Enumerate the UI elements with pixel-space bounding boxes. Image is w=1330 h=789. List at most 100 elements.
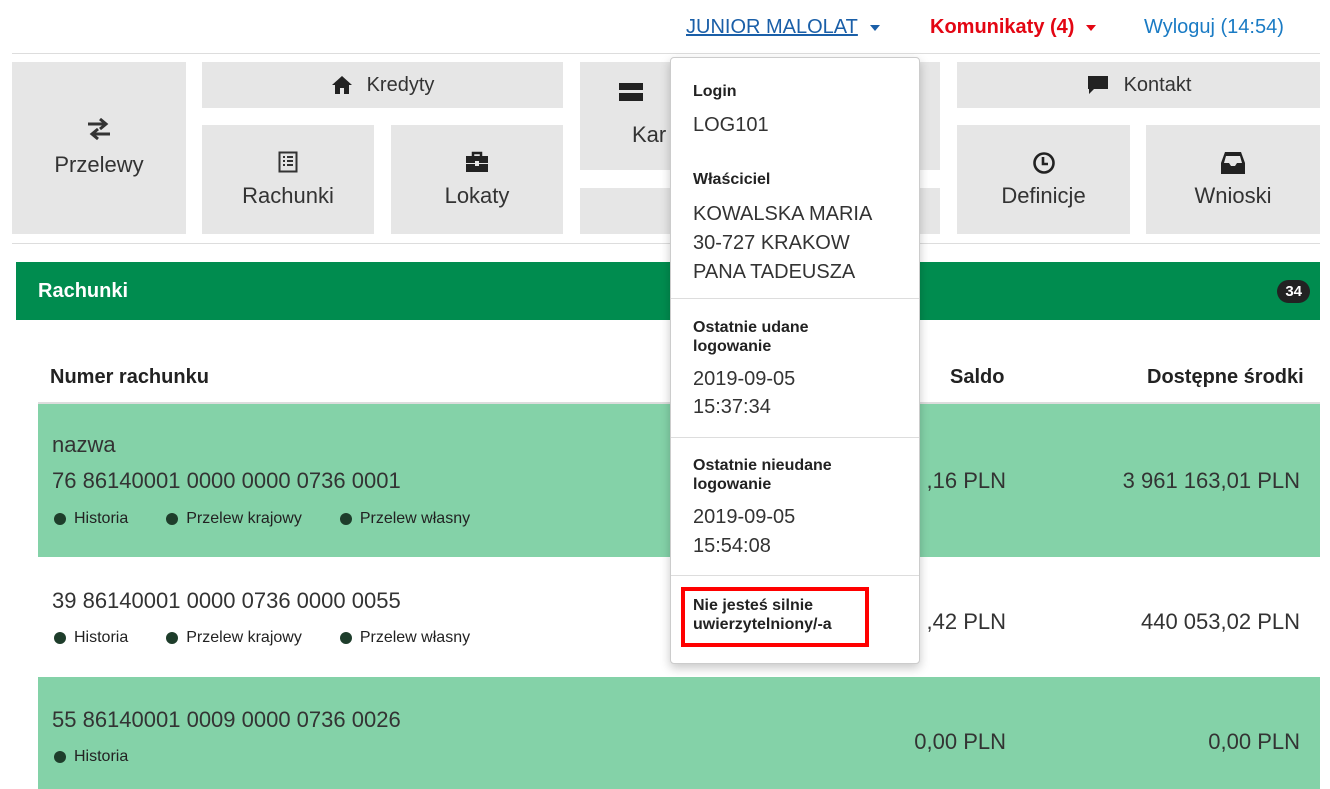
messages-menu-toggle[interactable]: Komunikaty (4) <box>930 16 1097 39</box>
last-failed-label: Ostatnie nieudane <box>693 457 832 474</box>
bullet-icon <box>54 513 66 525</box>
strong-auth-text: Nie jesteś silnie uwierzytelniony/-a <box>693 596 832 634</box>
tile-kredyty[interactable]: Kredyty <box>202 62 563 108</box>
history-link[interactable]: Historia <box>54 748 128 766</box>
tile-hidden[interactable] <box>580 188 670 234</box>
owner-address-1: 30-727 KRAKOW <box>693 232 850 254</box>
link-label[interactable]: Historia <box>74 629 128 647</box>
column-header-balance[interactable]: Saldo <box>950 366 1004 389</box>
bullet-icon <box>339 632 352 644</box>
messages-label[interactable]: Komunikaty (4) <box>930 16 1074 39</box>
link-label[interactable]: Przelew krajowy <box>186 510 302 528</box>
user-name[interactable]: JUNIOR MALOLAT <box>686 16 858 39</box>
login-value: LOG101 <box>693 114 769 136</box>
domestic-transfer-link[interactable]: Przelew krajowy <box>166 629 302 647</box>
link-label[interactable]: Historia <box>74 748 128 766</box>
clock-icon <box>1032 151 1055 174</box>
link-label[interactable]: Przelew własny <box>360 629 470 647</box>
last-success-label: Ostatnie udane <box>693 319 809 336</box>
bullet-icon <box>166 513 179 525</box>
balance-value: ,16 PLN <box>926 468 1007 493</box>
history-link[interactable]: Historia <box>54 510 128 528</box>
account-actions: Historia Przelew krajowy Przelew własny <box>54 629 508 647</box>
last-failed-time: 15:54:08 <box>693 535 771 557</box>
owner-name: KOWALSKA MARIA <box>693 203 873 225</box>
link-label[interactable]: Przelew własny <box>360 510 470 528</box>
accounts-panel-header: Rachunki 34 <box>16 262 1320 320</box>
home-icon <box>331 76 352 94</box>
balance-value: 0,00 PLN <box>914 729 1006 754</box>
dropdown-divider <box>671 575 919 576</box>
tile-label: Przelewy <box>54 152 144 177</box>
last-success-time: 15:37:34 <box>693 396 771 418</box>
owner-address-2: PANA TADEUSZA <box>693 261 856 283</box>
top-bar: JUNIOR MALOLAT Komunikaty (4) Wyloguj (1… <box>0 0 1330 52</box>
account-number[interactable]: 55 86140001 0009 0000 0736 0026 <box>52 707 401 733</box>
balance-value: ,42 PLN <box>926 609 1007 634</box>
tile-kontakt[interactable]: Kontakt <box>957 62 1320 108</box>
chevron-down-icon <box>869 24 880 31</box>
logout-label[interactable]: Wyloguj (14:54) <box>1144 16 1284 39</box>
available-value: 440 053,02 PLN <box>1140 609 1300 634</box>
tile-rachunki[interactable]: Rachunki <box>202 125 374 234</box>
logout-link[interactable]: Wyloguj (14:54) <box>1144 16 1284 39</box>
user-dropdown: Login LOG101 Właściciel KOWALSKA MARIA 3… <box>670 57 920 664</box>
account-actions: Historia <box>54 748 166 766</box>
bullet-icon <box>339 513 352 525</box>
owner-label: Właściciel <box>693 171 771 188</box>
account-name: nazwa <box>52 432 116 457</box>
tile-label: Wnioski <box>1194 182 1272 208</box>
bullet-icon <box>166 632 179 644</box>
panel-title: Rachunki <box>38 280 129 302</box>
history-link[interactable]: Historia <box>54 629 128 647</box>
user-menu-toggle[interactable]: JUNIOR MALOLAT <box>686 16 880 39</box>
strong-auth-line-2: uwierzytelniony/-a <box>693 616 832 633</box>
dropdown-divider <box>671 298 919 299</box>
top-divider <box>12 53 1320 54</box>
dropdown-divider <box>671 437 919 438</box>
link-label[interactable]: Przelew krajowy <box>186 629 302 647</box>
tile-label: Definicje <box>1001 182 1086 208</box>
tile-label: Kontakt <box>1123 73 1192 96</box>
link-label[interactable]: Historia <box>74 510 128 528</box>
column-header-available[interactable]: Dostępne środki <box>1147 366 1304 389</box>
last-success-label-2: logowanie <box>693 338 772 355</box>
tile-label: Rachunki <box>242 182 334 208</box>
account-number[interactable]: 39 86140001 0000 0736 0000 0055 <box>52 588 401 614</box>
tile-lokaty[interactable]: Lokaty <box>391 125 563 234</box>
tile-karty[interactable]: Kar <box>580 62 670 170</box>
table-row[interactable]: 55 86140001 0009 0000 0736 0026 Historia… <box>38 677 1320 789</box>
tile-label: Kredyty <box>366 73 435 96</box>
inbox-icon <box>1221 151 1245 174</box>
strong-auth-warning: Nie jesteś silnie uwierzytelniony/-a <box>681 587 869 647</box>
count-badge: 34 <box>1277 280 1310 303</box>
last-success-date: 2019-09-05 <box>693 368 796 390</box>
column-header-number[interactable]: Numer rachunku <box>50 366 209 389</box>
chevron-down-icon <box>1086 24 1097 31</box>
tile-definicje[interactable]: Definicje <box>957 125 1130 234</box>
login-label: Login <box>693 83 737 100</box>
own-transfer-link[interactable]: Przelew własny <box>339 629 470 647</box>
briefcase-icon <box>466 151 488 172</box>
transfer-arrows-icon <box>88 118 110 140</box>
list-icon <box>278 151 298 172</box>
domestic-transfer-link[interactable]: Przelew krajowy <box>166 510 302 528</box>
available-value: 0,00 PLN <box>1208 729 1300 754</box>
account-number[interactable]: 76 86140001 0000 0000 0736 0001 <box>52 468 401 494</box>
strong-auth-line-1: Nie jesteś silnie <box>693 597 814 614</box>
tile-hidden-right <box>918 62 940 170</box>
available-value: 3 961 163,01 PLN <box>1122 468 1300 493</box>
own-transfer-link[interactable]: Przelew własny <box>339 510 470 528</box>
last-failed-date: 2019-09-05 <box>693 506 796 528</box>
bullet-icon <box>54 751 66 763</box>
tile-wnioski[interactable]: Wnioski <box>1146 125 1320 234</box>
tile-label: Kar <box>632 122 667 147</box>
tiles-divider <box>12 243 1320 244</box>
card-icon <box>619 83 643 101</box>
chat-icon <box>1087 76 1108 94</box>
tile-hidden-right-bottom <box>918 188 940 234</box>
account-actions: Historia Przelew krajowy Przelew własny <box>54 510 508 528</box>
tile-przelewy[interactable]: Przelewy <box>12 62 186 234</box>
last-failed-label-2: logowanie <box>693 476 772 493</box>
tile-label: Lokaty <box>444 182 510 208</box>
